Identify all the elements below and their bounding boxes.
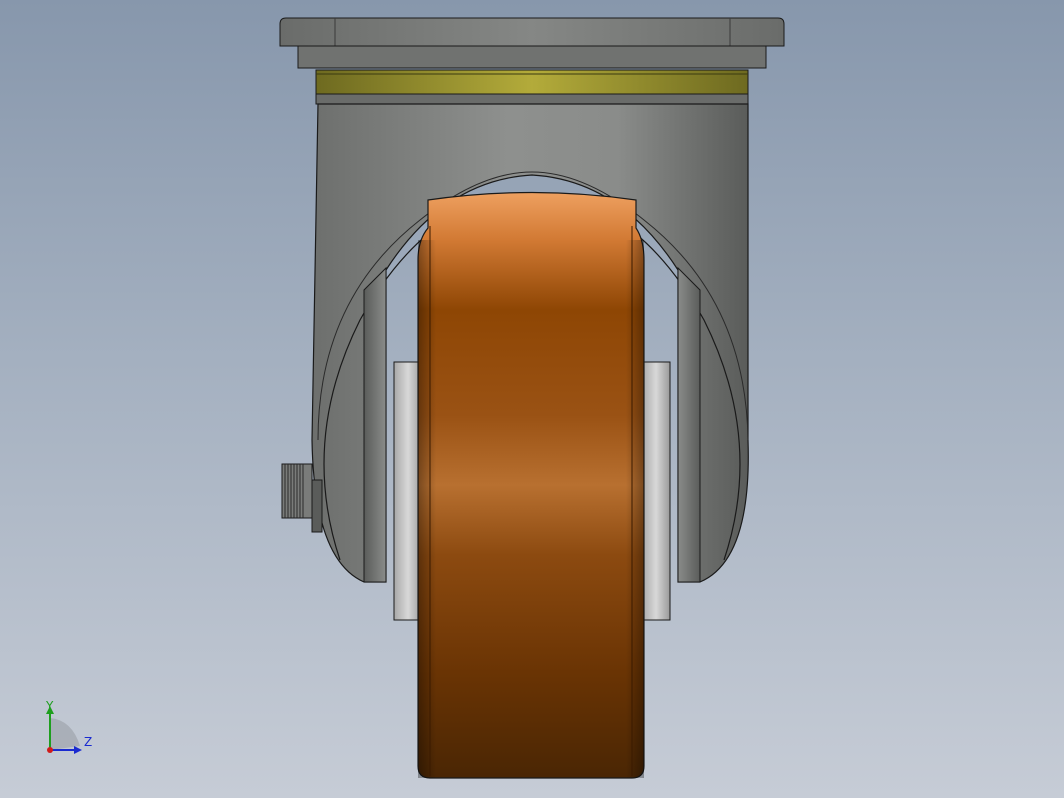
- caster-model[interactable]: [0, 0, 1064, 798]
- graphics-viewport[interactable]: Y Z: [0, 0, 1064, 798]
- wheel-tread: [417, 191, 645, 779]
- coordinate-triad: Y Z: [45, 699, 92, 754]
- top-mounting-plate: [279, 17, 785, 69]
- z-axis-label: Z: [84, 735, 92, 749]
- bearing-ring: [315, 69, 749, 105]
- triad-plane-icon: [50, 718, 80, 750]
- y-axis-label: Y: [45, 699, 54, 713]
- x-axis-origin-icon: [47, 747, 53, 753]
